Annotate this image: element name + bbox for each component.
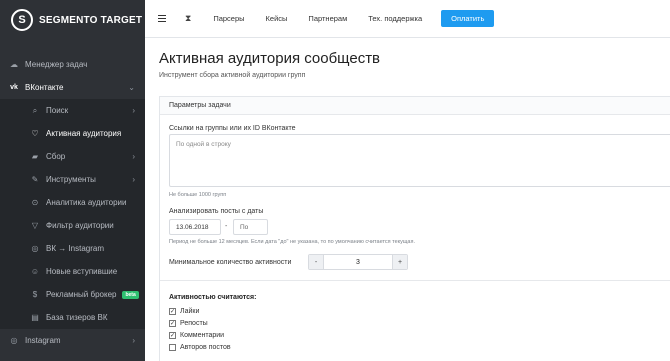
sidebar-item-instagram[interactable]: ◎ Instagram › — [0, 329, 145, 352]
min-activity-label: Минимальное количество активности — [169, 259, 292, 266]
search-icon: ⌕ — [32, 105, 38, 115]
sidebar-item-search[interactable]: ⌕ Поиск › — [0, 99, 145, 122]
sidebar-item-audience-analytics[interactable]: ⊙ Аналитика аудитории — [0, 191, 145, 214]
users-icon: ☺ — [30, 267, 40, 276]
sidebar-item-label: Инструменты — [46, 175, 96, 184]
chevron-down-icon: ⌄ — [128, 83, 135, 92]
sidebar-item-label: Активная аудитория — [46, 129, 122, 138]
dollar-icon: $ — [32, 290, 38, 299]
checkbox-post-authors[interactable]: Авторов постов — [169, 344, 231, 351]
sidebar-item-label: Фильтр аудитории — [46, 221, 114, 230]
chevron-right-icon: › — [132, 175, 135, 184]
sidebar-item-label: База тизеров ВК — [46, 313, 108, 322]
wrench-icon: ✎ — [31, 175, 39, 184]
activity-title: Активностью считаются: — [169, 294, 257, 301]
sidebar-item-label: ВКонтакте — [25, 83, 64, 92]
page-title: Активная аудитория сообществ — [159, 50, 381, 67]
nav-link-cases[interactable]: Кейсы — [266, 14, 288, 23]
links-textarea[interactable]: По одной в строку — [169, 134, 670, 187]
dates-label: Анализировать посты с даты — [169, 208, 264, 215]
divider — [160, 280, 670, 281]
increment-button[interactable]: + — [393, 255, 407, 269]
dates-hint: Период не больше 12 месяцев. Если дата "… — [169, 239, 415, 245]
checkbox-checked-icon[interactable]: ✓ — [169, 308, 176, 315]
checkbox-label: Комментарии — [180, 332, 225, 339]
vk-icon: vk — [10, 84, 18, 91]
sidebar-nav: ☁ Менеджер задач vk ВКонтакте ⌄ ⌕ Поиск … — [0, 53, 145, 352]
page-header: Активная аудитория сообществ Инструмент … — [145, 38, 670, 86]
checkbox-likes[interactable]: ✓ Лайки — [169, 308, 199, 315]
analytics-icon: ⊙ — [31, 198, 39, 207]
top-bar: ⧗ Парсеры Кейсы Партнерам Тех. поддержка… — [145, 0, 670, 38]
main-content: Активная аудитория сообществ Инструмент … — [145, 38, 670, 361]
sidebar-item-label: ВК → Instagram — [46, 244, 105, 253]
logo-icon: S — [11, 9, 33, 31]
instagram-icon: ◎ — [31, 244, 39, 253]
checkbox-reposts[interactable]: ✓ Репосты — [169, 320, 208, 327]
database-icon: ▤ — [31, 313, 39, 322]
links-label: Ссылки на группы или их ID ВКонтакте — [169, 125, 296, 132]
sidebar-item-audience-filter[interactable]: ▽ Фильтр аудитории — [0, 214, 145, 237]
sidebar-item-label: Новые вступившие — [46, 267, 118, 276]
sidebar-item-label: Сбор — [46, 152, 66, 161]
sidebar-item-label: Instagram — [25, 336, 61, 345]
sidebar-item-vkontakte[interactable]: vk ВКонтакте ⌄ — [0, 76, 145, 99]
sidebar-item-collect[interactable]: ▰ Сбор › — [0, 145, 145, 168]
heart-icon: ♡ — [31, 129, 39, 138]
chevron-right-icon: › — [132, 152, 135, 161]
instagram-icon: ◎ — [10, 336, 18, 345]
sidebar-item-new-members[interactable]: ☺ Новые вступившие — [0, 260, 145, 283]
hourglass-icon[interactable]: ⧗ — [185, 13, 191, 24]
menu-icon[interactable] — [158, 14, 166, 23]
chevron-right-icon: › — [132, 106, 135, 115]
sidebar-item-task-manager[interactable]: ☁ Менеджер задач — [0, 53, 145, 76]
checkbox-checked-icon[interactable]: ✓ — [169, 332, 176, 339]
min-activity-stepper: - 3 + — [308, 254, 408, 270]
checkbox-label: Репосты — [180, 320, 208, 327]
sidebar-item-label: Рекламный брокер — [46, 290, 117, 299]
nav-link-parsers[interactable]: Парсеры — [213, 14, 244, 23]
task-params-card: Параметры задачи Ссылки на группы или их… — [159, 96, 670, 361]
pay-button[interactable]: Оплатить — [441, 10, 495, 27]
nav-link-support[interactable]: Тех. поддержка — [368, 14, 422, 23]
sidebar-item-tools[interactable]: ✎ Инструменты › — [0, 168, 145, 191]
sidebar-item-active-audience[interactable]: ♡ Активная аудитория — [0, 122, 145, 145]
date-to-input[interactable]: По — [233, 219, 268, 235]
checkbox-checked-icon[interactable]: ✓ — [169, 320, 176, 327]
card-title: Параметры задачи — [160, 97, 670, 115]
sidebar-item-label: Поиск — [46, 106, 69, 115]
decrement-button[interactable]: - — [309, 255, 323, 269]
logo[interactable]: S SEGMENTO TARGET — [0, 0, 145, 40]
date-from-input[interactable]: 13.06.2018 — [169, 219, 221, 235]
page-subtitle: Инструмент сбора активной аудитории груп… — [159, 72, 306, 79]
links-hint: Не больше 1000 групп — [169, 192, 227, 198]
sidebar-item-teaser-base[interactable]: ▤ База тизеров ВК — [0, 306, 145, 329]
sidebar-item-label: Менеджер задач — [25, 60, 88, 69]
checkbox-label: Авторов постов — [180, 344, 231, 351]
min-activity-input[interactable]: 3 — [323, 255, 393, 269]
logo-text: SEGMENTO TARGET — [39, 14, 143, 26]
checkbox-comments[interactable]: ✓ Комментарии — [169, 332, 224, 339]
checkbox-unchecked-icon[interactable] — [169, 344, 176, 351]
sidebar-item-ad-broker[interactable]: $ Рекламный брокер beta — [0, 283, 145, 306]
sidebar-item-label: Аналитика аудитории — [46, 198, 127, 207]
nav-link-partners[interactable]: Партнерам — [308, 14, 347, 23]
sidebar-item-vk-instagram[interactable]: ◎ ВК → Instagram — [0, 237, 145, 260]
filter-icon: ▽ — [31, 221, 39, 230]
cloud-icon: ☁ — [10, 60, 18, 69]
folder-icon: ▰ — [31, 152, 39, 161]
beta-badge: beta — [122, 290, 139, 299]
sidebar: S SEGMENTO TARGET ☁ Менеджер задач vk ВК… — [0, 0, 145, 361]
checkbox-label: Лайки — [180, 308, 200, 315]
date-separator: - — [225, 223, 228, 230]
chevron-right-icon: › — [132, 336, 135, 345]
